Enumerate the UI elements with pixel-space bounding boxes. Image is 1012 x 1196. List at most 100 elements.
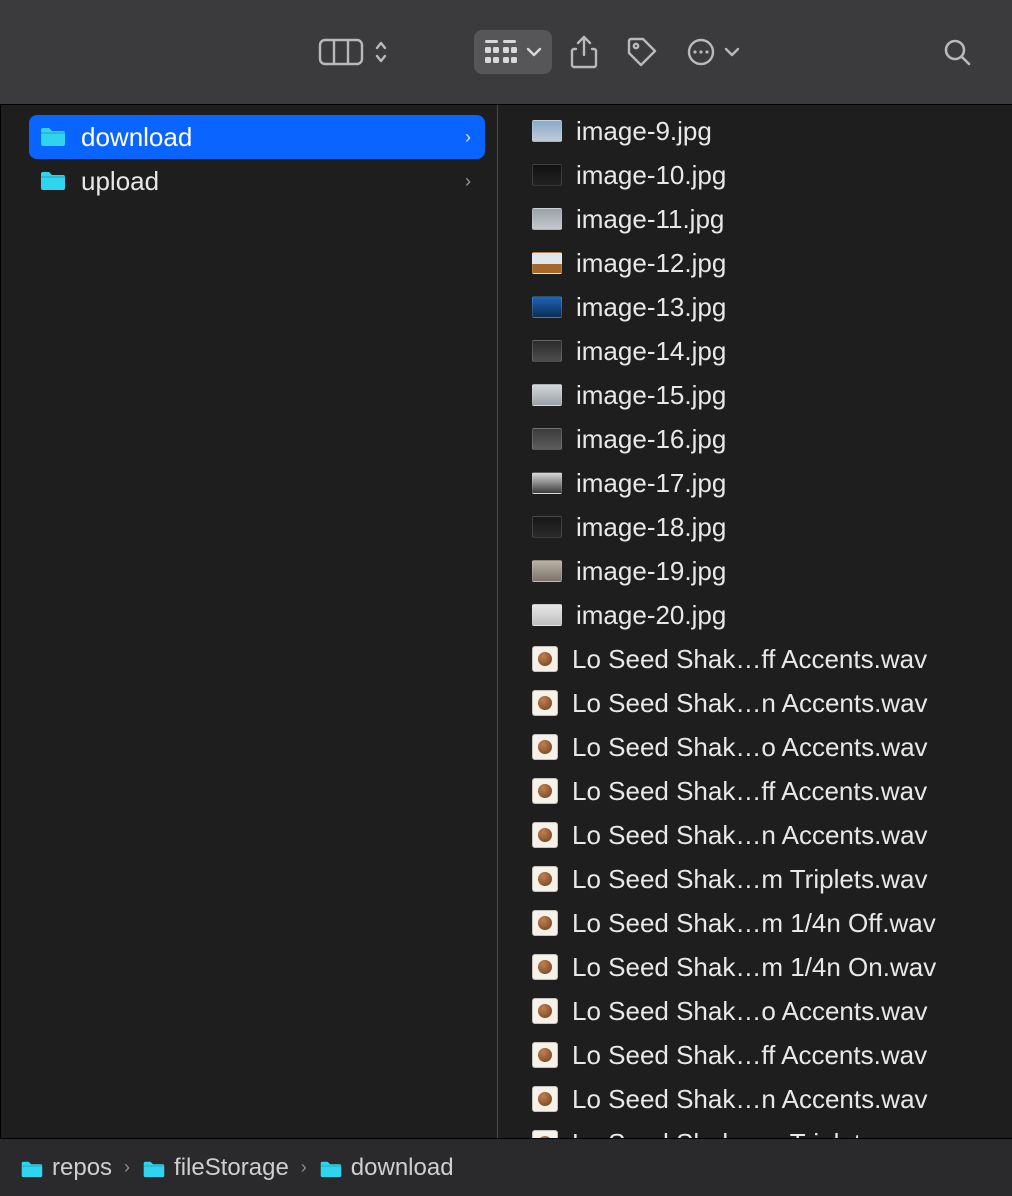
file-item[interactable]: image-13.jpg [498, 285, 1012, 329]
file-item[interactable]: image-18.jpg [498, 505, 1012, 549]
more-actions-button[interactable] [676, 30, 750, 74]
columns-icon [318, 37, 364, 67]
file-item[interactable]: Lo Seed Shak…n Accents.wav [498, 813, 1012, 857]
folder-icon [20, 1158, 44, 1177]
file-name: Lo Seed Shak…m Triplets.wav [572, 1128, 928, 1139]
file-item[interactable]: Lo Seed Shak…m 1/4n On.wav [498, 945, 1012, 989]
folder-icon [39, 126, 67, 148]
image-thumbnail [532, 560, 562, 582]
folder-icon [319, 1158, 343, 1177]
file-item[interactable]: image-9.jpg [498, 109, 1012, 153]
path-segment-label: fileStorage [174, 1154, 289, 1182]
file-item[interactable]: Lo Seed Shak…ff Accents.wav [498, 637, 1012, 681]
ellipsis-circle-icon [686, 37, 716, 67]
group-icon [484, 38, 518, 66]
file-item[interactable]: image-11.jpg [498, 197, 1012, 241]
search-icon [942, 37, 972, 67]
chevron-right-icon: › [465, 171, 471, 192]
file-item[interactable]: image-17.jpg [498, 461, 1012, 505]
file-item[interactable]: Lo Seed Shak…ff Accents.wav [498, 769, 1012, 813]
group-by-button[interactable] [474, 30, 552, 74]
audio-thumbnail [532, 646, 558, 672]
file-name: Lo Seed Shak…n Accents.wav [572, 820, 928, 851]
folder-icon [39, 170, 67, 192]
file-item[interactable]: Lo Seed Shak…ff Accents.wav [498, 1033, 1012, 1077]
share-icon [570, 35, 598, 69]
file-name: Lo Seed Shak…m 1/4n On.wav [572, 952, 936, 983]
audio-thumbnail [532, 1042, 558, 1068]
file-item[interactable]: image-16.jpg [498, 417, 1012, 461]
path-segment[interactable]: fileStorage [142, 1154, 289, 1182]
image-thumbnail [532, 516, 562, 538]
file-name: Lo Seed Shak…n Accents.wav [572, 1084, 928, 1115]
file-name: Lo Seed Shak…ff Accents.wav [572, 1040, 927, 1071]
file-item[interactable]: Lo Seed Shak…m Triplets.wav [498, 857, 1012, 901]
file-name: image-16.jpg [576, 424, 726, 455]
audio-thumbnail [532, 778, 558, 804]
folder-column[interactable]: download › upload › [1, 105, 498, 1138]
chevron-down-icon [724, 47, 740, 57]
audio-thumbnail [532, 998, 558, 1024]
search-button[interactable] [932, 30, 982, 74]
folder-label: download [81, 122, 451, 153]
image-thumbnail [532, 340, 562, 362]
audio-thumbnail [532, 822, 558, 848]
file-item[interactable]: image-10.jpg [498, 153, 1012, 197]
folder-icon [142, 1158, 166, 1177]
tag-icon [626, 36, 658, 68]
file-name: image-15.jpg [576, 380, 726, 411]
folder-item-download[interactable]: download › [29, 115, 485, 159]
path-segment-label: download [351, 1154, 454, 1182]
file-item[interactable]: image-19.jpg [498, 549, 1012, 593]
path-segment-label: repos [52, 1154, 112, 1182]
file-item[interactable]: image-14.jpg [498, 329, 1012, 373]
tags-button[interactable] [616, 30, 668, 74]
path-segment[interactable]: repos [20, 1154, 112, 1182]
image-thumbnail [532, 296, 562, 318]
file-name: Lo Seed Shak…o Accents.wav [572, 732, 928, 763]
audio-thumbnail [532, 734, 558, 760]
file-item[interactable]: Lo Seed Shak…n Accents.wav [498, 1077, 1012, 1121]
file-column[interactable]: image-9.jpg image-10.jpg image-11.jpg image… [498, 105, 1012, 1138]
path-bar[interactable]: repos›fileStorage›download [0, 1138, 1012, 1196]
file-name: image-17.jpg [576, 468, 726, 499]
file-item[interactable]: Lo Seed Shak…n Accents.wav [498, 681, 1012, 725]
file-item[interactable]: Lo Seed Shak…m Triplets.wav [498, 1121, 1012, 1138]
toolbar [0, 0, 1012, 105]
file-name: Lo Seed Shak…ff Accents.wav [572, 644, 927, 675]
file-item[interactable]: Lo Seed Shak…m 1/4n Off.wav [498, 901, 1012, 945]
file-name: image-19.jpg [576, 556, 726, 587]
file-name: image-9.jpg [576, 116, 712, 147]
file-item[interactable]: image-20.jpg [498, 593, 1012, 637]
folder-label: upload [81, 166, 451, 197]
image-thumbnail [532, 120, 562, 142]
file-name: image-13.jpg [576, 292, 726, 323]
file-name: Lo Seed Shak…m 1/4n Off.wav [572, 908, 936, 939]
audio-thumbnail [532, 866, 558, 892]
image-thumbnail [532, 472, 562, 494]
file-item[interactable]: image-15.jpg [498, 373, 1012, 417]
file-item[interactable]: image-12.jpg [498, 241, 1012, 285]
file-name: image-10.jpg [576, 160, 726, 191]
file-item[interactable]: Lo Seed Shak…o Accents.wav [498, 725, 1012, 769]
chevron-right-icon: › [301, 1157, 307, 1178]
image-thumbnail [532, 252, 562, 274]
folder-item-upload[interactable]: upload › [29, 159, 485, 203]
image-thumbnail [532, 428, 562, 450]
chevron-right-icon: › [465, 127, 471, 148]
file-name: Lo Seed Shak…ff Accents.wav [572, 776, 927, 807]
file-item[interactable]: Lo Seed Shak…o Accents.wav [498, 989, 1012, 1033]
audio-thumbnail [532, 954, 558, 980]
path-segment[interactable]: download [319, 1154, 454, 1182]
view-columns-button[interactable] [308, 30, 398, 74]
file-name: Lo Seed Shak…o Accents.wav [572, 996, 928, 1027]
image-thumbnail [532, 384, 562, 406]
chevron-down-icon [526, 47, 542, 57]
image-thumbnail [532, 164, 562, 186]
share-button[interactable] [560, 30, 608, 74]
file-name: image-14.jpg [576, 336, 726, 367]
column-view: download › upload › image-9.jpg image-10.jpg… [0, 105, 1012, 1138]
file-name: Lo Seed Shak…m Triplets.wav [572, 864, 928, 895]
file-name: image-11.jpg [576, 204, 724, 235]
audio-thumbnail [532, 1086, 558, 1112]
